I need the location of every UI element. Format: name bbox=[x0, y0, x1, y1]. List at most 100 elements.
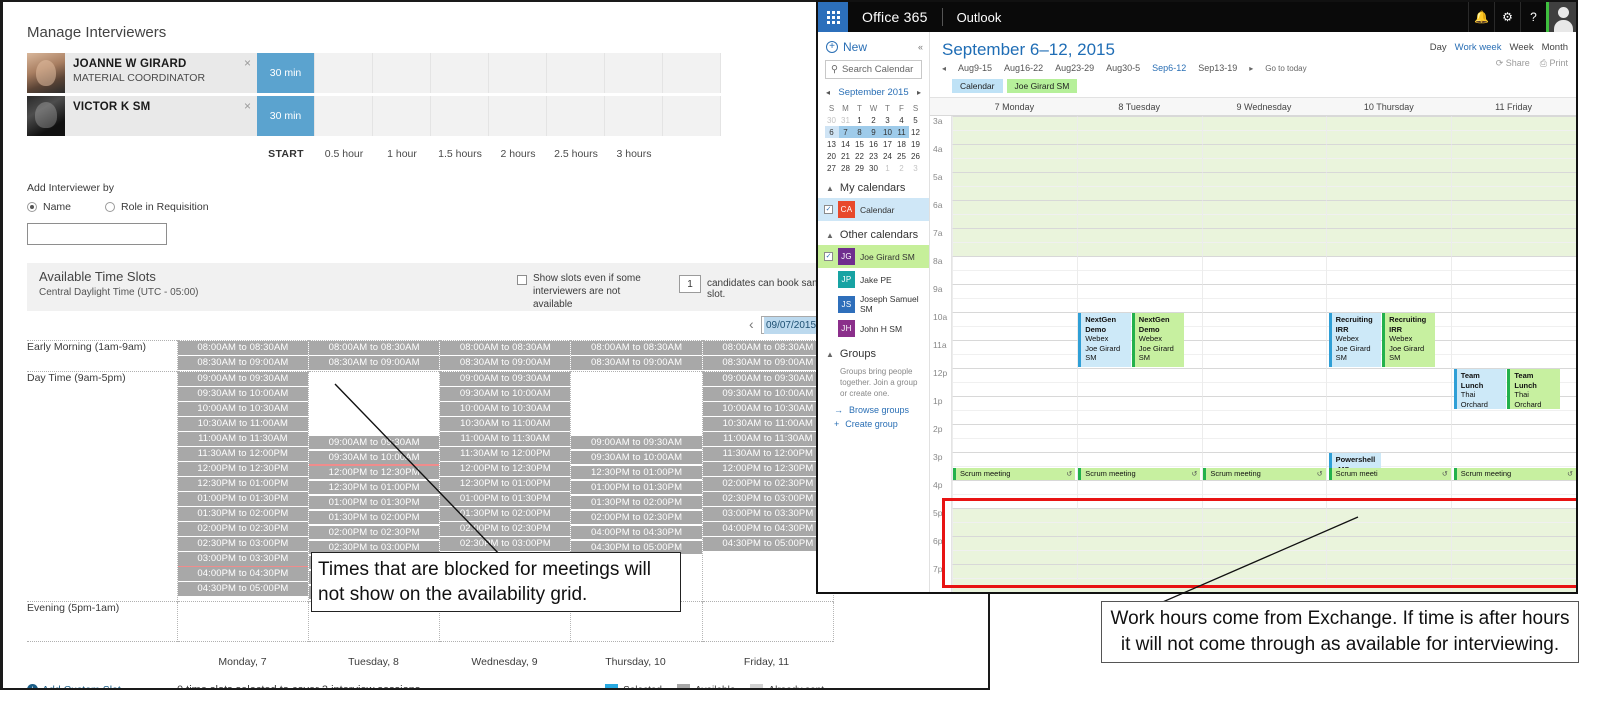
calendar-cell[interactable] bbox=[1076, 116, 1202, 144]
duration-cell-2.5[interactable] bbox=[547, 53, 605, 93]
calendar-cell[interactable] bbox=[1076, 424, 1202, 452]
calendar-cell[interactable] bbox=[952, 228, 1077, 256]
mini-cal-day[interactable]: 21 bbox=[839, 150, 853, 162]
day-column-early-2[interactable]: 08:00AM to 08:30AM 08:30AM to 09:00AM bbox=[439, 340, 572, 372]
calendar-cell[interactable] bbox=[1076, 200, 1202, 228]
time-slot[interactable]: 03:00PM to 03:30PM bbox=[702, 507, 833, 521]
mini-cal-prev-icon[interactable]: ◂ bbox=[826, 88, 830, 97]
mini-cal-day[interactable]: 11 bbox=[894, 126, 909, 138]
print-button[interactable]: ⎙ Print bbox=[1540, 58, 1568, 69]
mini-cal-day[interactable]: 17 bbox=[881, 138, 895, 150]
calendar-cell[interactable] bbox=[1076, 480, 1202, 508]
calendar-cell[interactable] bbox=[1451, 340, 1576, 368]
app-launcher-icon[interactable] bbox=[818, 2, 848, 32]
time-slot[interactable]: 04:30PM to 05:00PM bbox=[702, 537, 833, 551]
calendar-cell[interactable] bbox=[952, 284, 1077, 312]
duration-cell-1.5[interactable] bbox=[431, 96, 489, 136]
user-avatar[interactable] bbox=[1546, 2, 1576, 32]
remove-interviewer-icon[interactable]: × bbox=[244, 56, 251, 70]
calendar-cell[interactable] bbox=[952, 424, 1077, 452]
time-slot[interactable]: 11:30AM to 12:00PM bbox=[177, 447, 308, 461]
calendar-cell[interactable] bbox=[952, 564, 1077, 592]
calendar-event[interactable]: Team LunchThai OrchardJoe Girard SM bbox=[1507, 369, 1560, 409]
mini-cal-day[interactable]: 31 bbox=[839, 114, 853, 126]
time-slot[interactable]: 04:00PM to 04:30PM bbox=[177, 567, 308, 581]
calendar-cell[interactable] bbox=[1201, 396, 1327, 424]
time-slot[interactable]: 08:00AM to 08:30AM bbox=[309, 341, 440, 355]
calendar-cell[interactable] bbox=[1451, 564, 1576, 592]
calendar-event[interactable]: Scrum meeting ↺ bbox=[1078, 468, 1201, 480]
calendar-event[interactable]: NextGen Demo Webex Joe Girard SM bbox=[1131, 313, 1185, 367]
day-column-day-0[interactable]: 09:00AM to 09:30AM 09:30AM to 10:00AM 10:0… bbox=[176, 371, 310, 601]
time-slot[interactable]: 10:00AM to 10:30AM bbox=[702, 402, 833, 416]
search-calendar-input[interactable]: ⚲ Search Calendar bbox=[825, 60, 922, 79]
mini-cal-day[interactable]: 15 bbox=[853, 138, 867, 150]
calendar-cell[interactable] bbox=[1076, 396, 1202, 424]
calendar-checkbox[interactable] bbox=[824, 300, 833, 309]
day-column-early-0[interactable]: 08:00AM to 08:30AM 08:30AM to 09:00AM bbox=[176, 340, 310, 372]
duration-cell-start[interactable]: 30 min bbox=[257, 53, 315, 93]
mini-cal-next-icon[interactable]: ▸ bbox=[917, 88, 921, 97]
mini-cal-day[interactable]: 5 bbox=[909, 114, 923, 126]
calendar-cell[interactable] bbox=[1201, 368, 1327, 396]
calendar-cell[interactable] bbox=[1076, 144, 1202, 172]
calendar-cell[interactable] bbox=[952, 256, 1077, 284]
time-slot[interactable]: 08:30AM to 09:00AM bbox=[309, 356, 440, 370]
view-option-work-week[interactable]: Work week bbox=[1455, 42, 1502, 53]
calendar-event[interactable]: Recruiting IRR Webex Joe Girard SM bbox=[1382, 313, 1435, 367]
calendar-cell[interactable] bbox=[952, 368, 1077, 396]
calendar-cell[interactable] bbox=[952, 480, 1077, 508]
calendar-cell[interactable] bbox=[952, 312, 1077, 340]
calendar-cell[interactable] bbox=[1451, 536, 1576, 564]
gear-icon[interactable]: ⚙ bbox=[1494, 2, 1520, 32]
calendar-cell[interactable] bbox=[1201, 256, 1327, 284]
duration-cell-extra[interactable] bbox=[663, 96, 721, 136]
calendar-cell[interactable] bbox=[1326, 228, 1452, 256]
time-slot[interactable]: 04:00PM to 04:30PM bbox=[571, 525, 702, 539]
time-slot[interactable]: 08:00AM to 08:30AM bbox=[702, 341, 833, 355]
calendar-cell[interactable] bbox=[1201, 116, 1327, 144]
mini-cal-day[interactable]: 30 bbox=[867, 162, 881, 174]
calendar-checkbox[interactable] bbox=[824, 324, 833, 333]
calendar-cell[interactable] bbox=[1201, 340, 1327, 368]
calendar-event[interactable]: Scrum meeting ↺ bbox=[953, 468, 1076, 480]
mini-cal-day[interactable]: 10 bbox=[880, 126, 895, 138]
mini-cal-day[interactable]: 9 bbox=[866, 126, 881, 138]
mini-cal-day[interactable]: 23 bbox=[867, 150, 881, 162]
time-slot[interactable]: 08:30AM to 09:00AM bbox=[440, 356, 571, 370]
mini-cal-day[interactable]: 2 bbox=[867, 114, 881, 126]
calendar-cell[interactable] bbox=[952, 144, 1077, 172]
mini-cal-day[interactable]: 30 bbox=[825, 114, 839, 126]
calendar-list-item[interactable]: JH John H SM bbox=[818, 317, 929, 340]
calendar-cell[interactable] bbox=[1076, 228, 1202, 256]
date-input[interactable]: 09/07/2015 bbox=[761, 316, 821, 334]
calendar-cell[interactable] bbox=[1326, 480, 1452, 508]
time-slot[interactable]: 01:00PM to 01:30PM bbox=[177, 492, 308, 506]
calendar-cell[interactable] bbox=[1451, 284, 1576, 312]
calendar-cell[interactable] bbox=[952, 396, 1077, 424]
mini-cal-day[interactable]: 22 bbox=[853, 150, 867, 162]
time-slot[interactable]: 02:00PM to 02:30PM bbox=[571, 510, 702, 524]
calendar-cell[interactable] bbox=[1326, 284, 1452, 312]
calendar-cell[interactable] bbox=[952, 200, 1077, 228]
mini-cal-day[interactable]: 18 bbox=[895, 138, 909, 150]
week-link[interactable]: Aug30-5 bbox=[1106, 63, 1140, 73]
calendar-event[interactable]: Recruiting IRR Webex Joe Girard SM bbox=[1328, 313, 1382, 367]
time-slot[interactable]: 09:30AM to 10:00AM bbox=[702, 387, 833, 401]
share-button[interactable]: ⟳ Share bbox=[1496, 58, 1530, 69]
time-slot[interactable]: 08:30AM to 09:00AM bbox=[702, 356, 833, 370]
time-slot[interactable]: 08:30AM to 09:00AM bbox=[177, 356, 308, 370]
calendar-cell[interactable] bbox=[1451, 256, 1576, 284]
help-icon[interactable]: ? bbox=[1520, 2, 1546, 32]
duration-cell-2[interactable] bbox=[489, 53, 547, 93]
calendar-list-item[interactable]: JP Jake PE bbox=[818, 268, 929, 291]
calendar-cell[interactable] bbox=[1076, 368, 1202, 396]
mini-cal-day[interactable]: 19 bbox=[909, 138, 923, 150]
week-prev-icon[interactable]: ◂ bbox=[942, 64, 946, 73]
mini-cal-day[interactable]: 12 bbox=[909, 126, 923, 138]
time-slot[interactable]: 02:30PM to 03:00PM bbox=[702, 492, 833, 506]
mini-cal-day[interactable]: 29 bbox=[853, 162, 867, 174]
day-column-early-3[interactable]: 08:00AM to 08:30AM 08:30AM to 09:00AM bbox=[570, 340, 703, 372]
mini-cal-day[interactable]: 1 bbox=[853, 114, 867, 126]
browse-groups-link[interactable]: → Browse groups bbox=[818, 403, 929, 417]
